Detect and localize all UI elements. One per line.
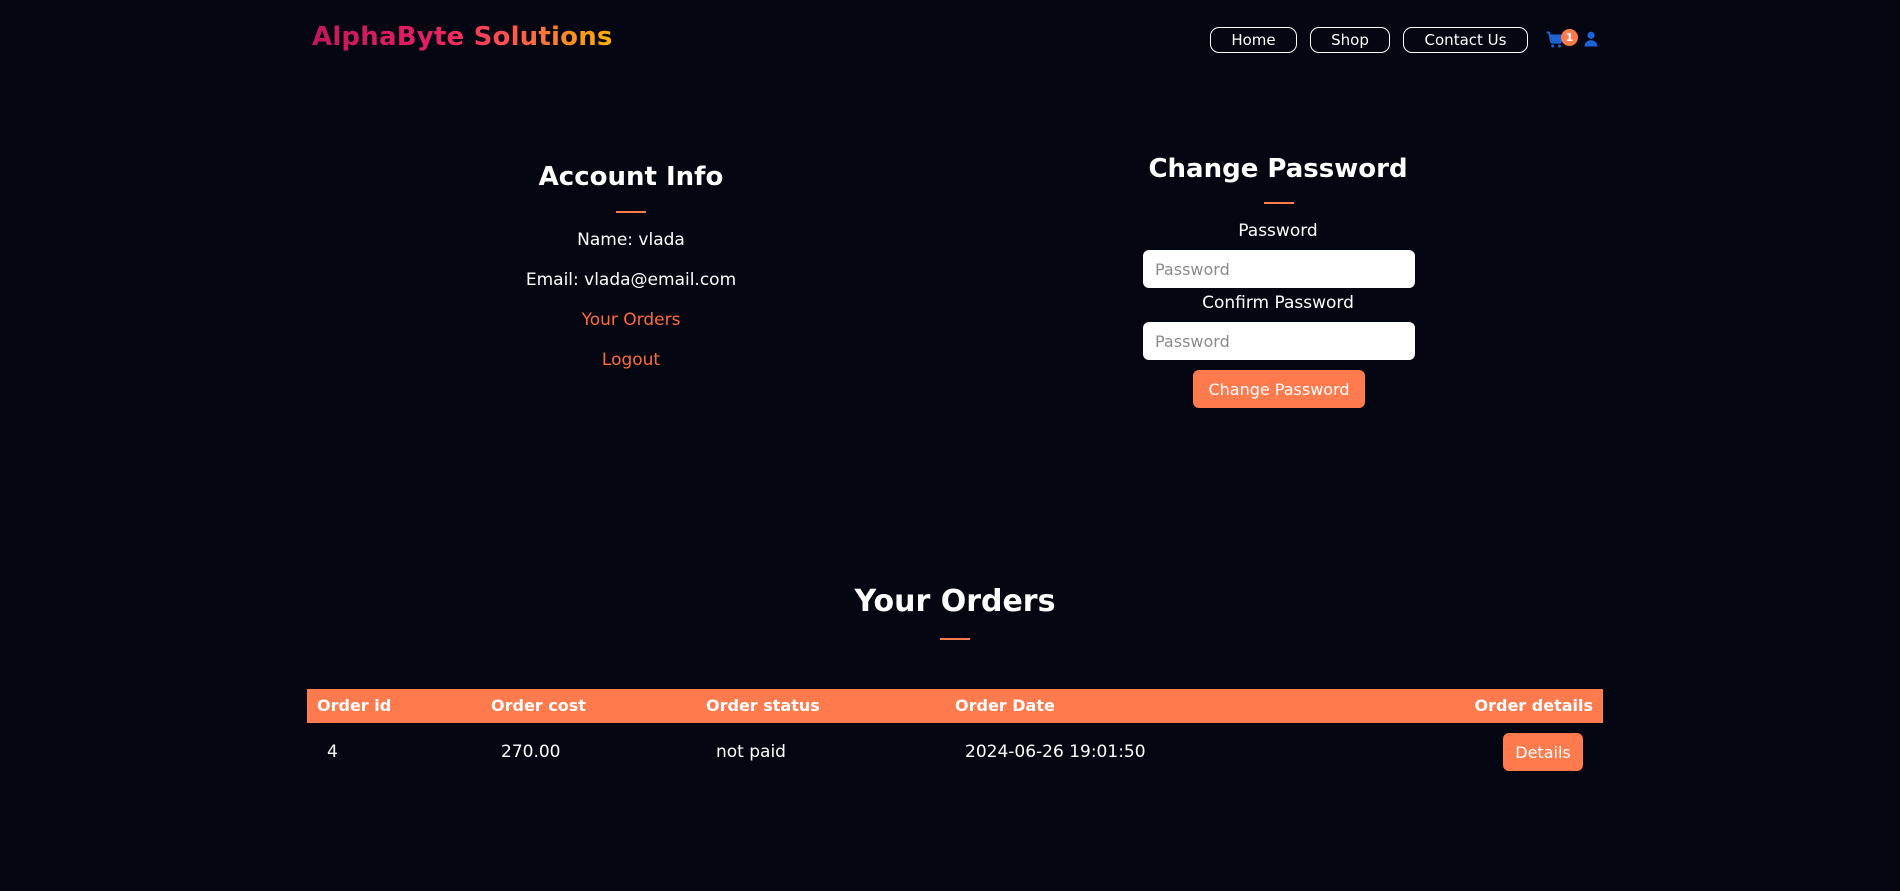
account-email: Email: vlada@email.com: [525, 270, 737, 290]
order-cost-cell: 270.00: [501, 742, 561, 762]
col-order-status: Order status: [706, 696, 820, 715]
password-label: Password: [1238, 221, 1318, 241]
order-details-button[interactable]: Details: [1503, 733, 1583, 771]
header: AlphaByte Solutions Home Shop Contact Us…: [0, 0, 1900, 78]
logout-link[interactable]: Logout: [431, 350, 831, 370]
user-icon[interactable]: [1584, 31, 1598, 47]
orders-table-header: Order id Order cost Order status Order D…: [307, 689, 1603, 723]
nav-shop-button[interactable]: Shop: [1310, 27, 1390, 53]
change-password-title: Change Password: [1148, 154, 1408, 184]
order-id-cell: 4: [327, 742, 338, 762]
confirm-password-label: Confirm Password: [1202, 293, 1354, 313]
col-order-details: Order details: [1474, 696, 1594, 715]
change-password-button[interactable]: Change Password: [1193, 370, 1365, 408]
account-info-underline: [616, 211, 646, 213]
confirm-password-input[interactable]: [1143, 322, 1415, 360]
orders-underline: [940, 638, 970, 640]
account-name: Name: vlada: [577, 230, 685, 250]
col-order-cost: Order cost: [491, 696, 586, 715]
cart-button[interactable]: 1: [1546, 29, 1580, 51]
order-status-cell: not paid: [716, 742, 786, 762]
change-password-underline: [1264, 202, 1294, 204]
main-nav: Home Shop Contact Us: [0, 27, 1900, 53]
cart-count-badge: 1: [1561, 29, 1578, 46]
col-order-id: Order id: [317, 696, 392, 715]
password-input[interactable]: [1143, 250, 1415, 288]
orders-title: Your Orders: [854, 584, 1056, 619]
nav-home-button[interactable]: Home: [1210, 27, 1297, 53]
nav-contact-button[interactable]: Contact Us: [1403, 27, 1528, 53]
col-order-date: Order Date: [955, 696, 1055, 715]
orders-table: Order id Order cost Order status Order D…: [307, 689, 1603, 781]
table-row: 4 270.00 not paid 2024-06-26 19:01:50 De…: [307, 723, 1603, 781]
page: AlphaByte Solutions Home Shop Contact Us…: [0, 0, 1900, 891]
account-info-title: Account Info: [538, 162, 724, 192]
order-date-cell: 2024-06-26 19:01:50: [965, 742, 1146, 762]
your-orders-link[interactable]: Your Orders: [431, 310, 831, 330]
